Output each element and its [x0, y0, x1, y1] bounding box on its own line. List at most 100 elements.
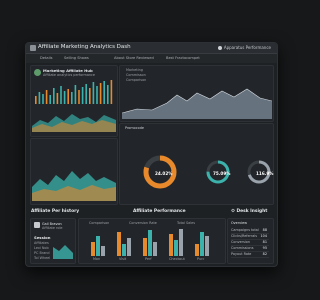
trend-label-a: Marketing [126, 68, 143, 72]
performance-heading: Affiliate Performance [133, 209, 186, 214]
desk-row-key: Clicks/Referrals [231, 234, 258, 238]
funnel-panel [30, 138, 118, 205]
bar [78, 90, 80, 104]
dashboard-window: Affiliate Marketing Analytics Dash Appar… [25, 42, 278, 267]
bar [148, 230, 152, 256]
session-heading: Session [34, 235, 51, 240]
tab-selling-shows[interactable]: Selling Shows [64, 56, 89, 60]
bar [174, 240, 178, 256]
legend-1: Comparison [89, 221, 110, 225]
tab-bar: Details Selling Shows About Store Review… [26, 54, 277, 63]
tab-about-store[interactable]: About Store Reviewed [114, 56, 154, 60]
performance-panel: Comparison Conversion Rate Total Sales M… [78, 218, 226, 264]
session-item-1[interactable]: Affiliates [34, 241, 49, 245]
avatar[interactable] [34, 69, 41, 76]
bar [53, 88, 55, 104]
desk-row-value: 95 [262, 246, 267, 250]
profile-bar-chart [35, 80, 113, 104]
bar [143, 238, 147, 256]
desk-row-key: Conversion [231, 240, 251, 244]
desk-row-key: Campaigns total [231, 228, 259, 232]
bar [85, 84, 87, 104]
bar [101, 246, 105, 256]
bar [74, 85, 77, 104]
window-right-label[interactable]: Apparatus Performance [217, 45, 271, 50]
x-label-3: Perf [145, 257, 152, 261]
funnel-area-chart [32, 171, 116, 201]
profile-panel: Marketing Affiliate Hub Affiliate analyt… [30, 65, 118, 137]
bar [63, 91, 66, 104]
bar [195, 244, 199, 256]
bar [110, 80, 113, 104]
donut-header: Promocode [125, 126, 144, 130]
window-title: Affiliate Marketing Analytics Dash [38, 44, 131, 50]
bar [45, 90, 48, 104]
bar [71, 92, 73, 104]
bar [35, 96, 37, 104]
desk-row-value: 81 [262, 240, 267, 244]
trend-label-b: Commisson [126, 73, 146, 77]
bar [127, 238, 131, 256]
bar [49, 95, 51, 104]
legend-2: Conversion Rate [129, 221, 157, 225]
right-label-text: Apparatus Performance [223, 45, 271, 50]
bar [107, 85, 109, 104]
bar [60, 86, 62, 104]
x-label-5: Purc [197, 257, 205, 261]
bar [117, 232, 121, 256]
desk-row-value: 88 [262, 228, 267, 232]
bar [67, 89, 69, 104]
bar [89, 88, 91, 104]
session-item-4[interactable]: Tol Wheel [34, 256, 50, 260]
bar [92, 82, 95, 104]
desk-row[interactable]: Payout Rate 82 [231, 252, 269, 258]
desk-heading: ⚙ Desk Insight [231, 209, 267, 214]
bar [205, 236, 209, 256]
donut-group [143, 155, 271, 189]
title-bar: Affiliate Marketing Analytics Dash Appar… [26, 43, 277, 54]
donut-2-label: 75.09% [213, 171, 231, 176]
bar [38, 92, 41, 104]
x-label-1: Mon [93, 257, 101, 261]
bar [56, 93, 59, 104]
desk-row-key: Commissions [231, 246, 254, 250]
user-icon [217, 46, 222, 50]
desk-row-key: Payout Rate [231, 252, 252, 256]
history-user-sub: Affiliate role [42, 226, 63, 230]
bar [169, 234, 173, 256]
profile-sub: Affiliate analytics performance [43, 73, 96, 77]
tab-details[interactable]: Details [40, 56, 52, 60]
donut-1-label: 24.02% [155, 171, 173, 176]
user-icon [34, 222, 40, 228]
bar [91, 242, 95, 256]
x-label-4: Checkout [169, 257, 185, 261]
bar [153, 242, 157, 256]
desk-heading-text: Desk Insight [236, 209, 268, 214]
desk-panel: Overview Campaigns total 88 Clicks/Referr… [227, 218, 274, 264]
history-heading: Affiliate Per history [31, 209, 80, 214]
trend-area-chart [122, 88, 272, 119]
session-mini-chart [53, 245, 73, 259]
bar [99, 83, 102, 104]
donut-panel: Promocode 24.02% 75.09% 116.9% [119, 123, 274, 205]
session-item-2[interactable]: Lexi Nob [34, 246, 49, 250]
trend-panel: Marketing Commisson Comparison [119, 65, 274, 122]
profile-area-chart [32, 114, 116, 132]
session-item-3[interactable]: PC Brand [34, 251, 50, 255]
x-label-2: Visit [119, 257, 127, 261]
bar [96, 236, 100, 256]
bar [122, 244, 126, 256]
legend-3: Total Sales [177, 221, 196, 225]
desk-list-header: Overview [231, 221, 247, 225]
desk-row-value: 104 [260, 234, 267, 238]
bar [96, 86, 98, 104]
bar [200, 232, 204, 256]
trend-area [122, 89, 272, 119]
tab-best[interactable]: Best Fractocompet [166, 56, 200, 60]
bar [103, 81, 105, 104]
history-panel: Gail Bravon Affiliate role Session Affil… [30, 218, 76, 264]
bar [81, 87, 84, 104]
bar [179, 229, 183, 256]
bar [42, 94, 44, 104]
app-icon [30, 45, 36, 51]
